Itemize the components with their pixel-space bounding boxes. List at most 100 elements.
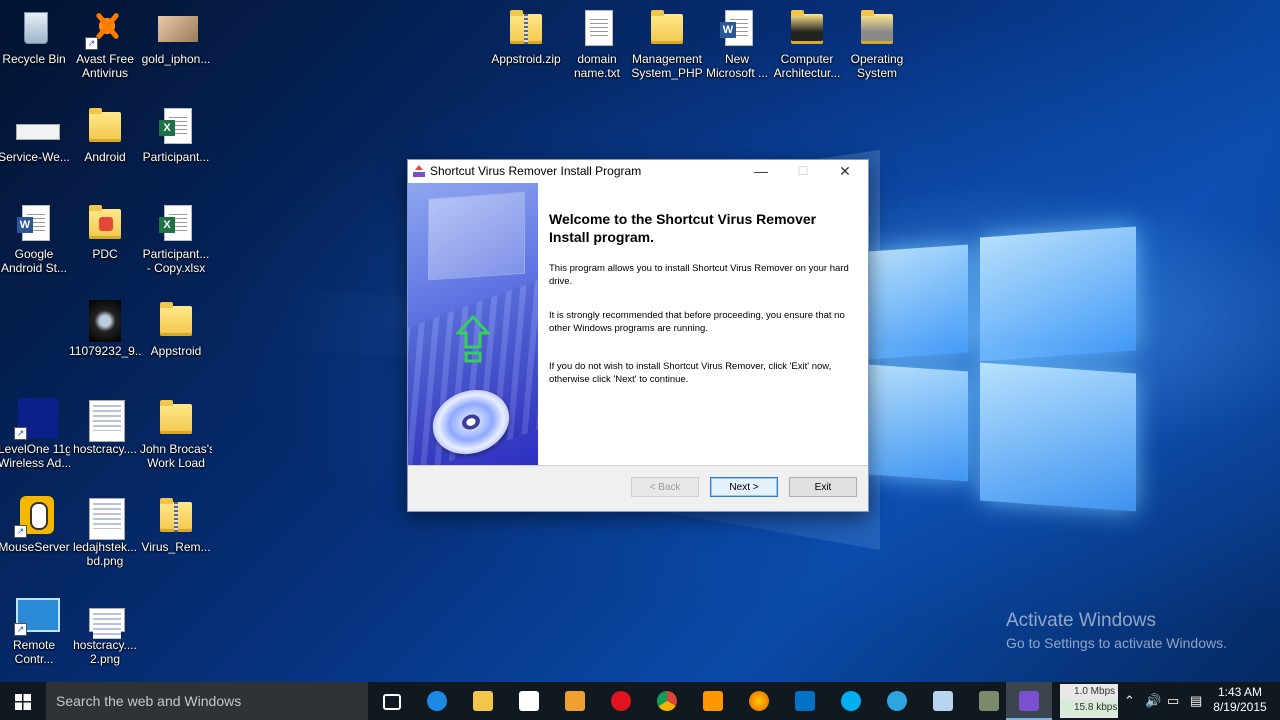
desktop-icon-11079232[interactable]: 11079232_9... xyxy=(69,300,141,358)
desktop-icon-google-android[interactable]: W Google Android St... xyxy=(0,203,70,275)
desktop-icon-virus-remover-zip[interactable]: Virus_Rem... xyxy=(140,496,212,554)
skype-icon[interactable] xyxy=(828,682,874,720)
desktop-icon-management-system[interactable]: Management System_PHP xyxy=(631,8,703,80)
folder-icon xyxy=(160,400,192,434)
tray-overflow-icon[interactable]: ⌃ xyxy=(1124,682,1135,720)
task-view-icon[interactable] xyxy=(368,682,414,720)
system-clock[interactable]: 1:43 AM 8/19/2015 xyxy=(1210,685,1270,715)
chrome-icon[interactable] xyxy=(644,682,690,720)
icon-label: Participant... xyxy=(142,247,210,261)
desktop-icon-hostcracy[interactable]: hostcracy.... xyxy=(69,398,141,456)
icon-label: Work Load xyxy=(147,456,205,470)
desktop-icon-appstroid-zip[interactable]: Appstroid.zip xyxy=(490,8,562,66)
notifications-icon[interactable]: ▤ xyxy=(1190,682,1202,720)
desktop-icon-service-web[interactable]: Service-We... xyxy=(0,106,70,164)
shortcut-arrow-icon: ↗ xyxy=(14,525,27,538)
icon-label: Recycle Bin xyxy=(2,52,66,66)
installer-dialog: Shortcut Virus Remover Install Program —… xyxy=(407,159,869,512)
network-speed-meter: 1.0 Mbps 15.8 kbps xyxy=(1060,684,1118,718)
windows-logo-pane xyxy=(980,226,1136,362)
shortcut-arrow-icon: ↗ xyxy=(85,37,98,50)
firefox-icon[interactable] xyxy=(736,682,782,720)
desktop-icon-participant-copy[interactable]: X Participant... - Copy.xlsx xyxy=(140,203,212,275)
icon-label: 2.png xyxy=(89,652,121,666)
icon-label: Operating xyxy=(850,52,904,66)
edge-icon[interactable] xyxy=(414,682,460,720)
desktop-icon-computer-architecture[interactable]: Computer Architectur... xyxy=(771,8,843,80)
text-document-icon xyxy=(585,10,613,46)
desktop-icon-hostcracy-2[interactable]: hostcracy.... 2.png xyxy=(69,594,141,666)
desktop-icon-ledajhstek[interactable]: ledajhstek... bd.png xyxy=(69,496,141,568)
minimize-button[interactable]: — xyxy=(740,160,782,183)
back-button[interactable]: < Back xyxy=(631,477,699,497)
recommendation-paragraph: It is strongly recommended that before p… xyxy=(549,310,845,334)
close-button[interactable]: ✕ xyxy=(824,160,866,183)
icon-label: Computer xyxy=(780,52,834,66)
clock-date: 8/19/2015 xyxy=(1213,700,1267,714)
folder-icon xyxy=(861,10,893,44)
desktop-icon-avast[interactable]: ↗ Avast Free Antivirus xyxy=(69,8,141,80)
outlook-icon[interactable] xyxy=(782,682,828,720)
desktop-icon-gold-iphone[interactable]: gold_iphon... xyxy=(140,8,212,66)
store-icon[interactable] xyxy=(506,682,552,720)
desktop-icon-remote-control[interactable]: ↗ Remote Contr... xyxy=(0,594,70,666)
footer-divider xyxy=(408,465,868,466)
icon-label: - Copy.xlsx xyxy=(146,261,206,275)
next-button[interactable]: Next > xyxy=(710,477,778,497)
desktop-icon-levelone[interactable]: ↗ LevelOne 11g Wireless Ad... xyxy=(0,398,70,470)
dialog-content: Welcome to the Shortcut Virus Remover In… xyxy=(538,183,868,465)
icon-label: Appstroid.zip xyxy=(491,52,561,66)
desktop-icon-operating-system[interactable]: Operating System xyxy=(841,8,913,80)
opera-icon[interactable] xyxy=(598,682,644,720)
installer-app-icon xyxy=(413,165,425,177)
desktop-icon-mouseserver[interactable]: ↗ MouseServer xyxy=(0,496,70,554)
windows-logo-pane xyxy=(868,364,968,482)
folder-icon xyxy=(89,108,121,142)
clock-time: 1:43 AM xyxy=(1217,685,1263,699)
icon-label: Remote xyxy=(12,638,56,652)
icon-label: John Brocas's xyxy=(140,442,212,456)
desktop-icon-john-brocas[interactable]: John Brocas's Work Load xyxy=(140,398,212,470)
desktop-icon-new-microsoft[interactable]: W New Microsoft ... xyxy=(701,8,773,80)
desktop-icon-appstroid-folder[interactable]: Appstroid xyxy=(140,300,212,358)
icon-label: Appstroid xyxy=(150,344,202,358)
notepad-icon[interactable] xyxy=(920,682,966,720)
icon-label: Android St... xyxy=(0,261,68,275)
start-button[interactable] xyxy=(0,682,46,720)
exit-instructions-paragraph: If you do not wish to install Shortcut V… xyxy=(549,361,832,385)
media-player-icon[interactable] xyxy=(552,682,598,720)
icon-label: Avast Free xyxy=(76,52,134,66)
icon-label: System_PHP xyxy=(631,66,703,80)
telegram-icon[interactable] xyxy=(874,682,920,720)
desktop-icon-domain-name[interactable]: domain name.txt xyxy=(561,8,633,80)
shortcut-arrow-icon: ↗ xyxy=(14,427,27,440)
windows-logo-pane xyxy=(868,244,968,360)
folder-icon xyxy=(160,302,192,336)
intro-paragraph: This program allows you to install Short… xyxy=(549,263,849,287)
shortcut-arrow-icon: ↗ xyxy=(14,623,27,636)
desktop-icon-recycle-bin[interactable]: Recycle Bin xyxy=(0,8,70,66)
file-explorer-icon[interactable] xyxy=(460,682,506,720)
exit-button[interactable]: Exit xyxy=(789,477,857,497)
icon-label: Google xyxy=(14,247,54,261)
image-thumbnail-icon xyxy=(158,16,198,42)
sublime-icon[interactable] xyxy=(690,682,736,720)
dialog-titlebar[interactable]: Shortcut Virus Remover Install Program —… xyxy=(408,160,868,183)
recycle-bin-icon xyxy=(24,12,48,44)
pdf-icon xyxy=(99,217,113,231)
icon-label: Contr... xyxy=(14,652,54,666)
upload-speed: 15.8 kbps xyxy=(1060,700,1118,716)
windows-start-icon xyxy=(15,694,31,710)
desktop-icon-android-folder[interactable]: Android xyxy=(69,106,141,164)
volume-icon[interactable]: 🔊 xyxy=(1145,682,1161,720)
installer-side-banner xyxy=(408,183,538,465)
icon-label: Antivirus xyxy=(81,66,128,80)
desktop-icon-pdc[interactable]: PDC xyxy=(69,203,141,261)
activate-windows-watermark: Activate Windows Go to Settings to activ… xyxy=(1006,610,1227,651)
desktop-icon-participant[interactable]: X Participant... xyxy=(140,106,212,164)
installer-taskbar-icon[interactable] xyxy=(1006,682,1052,720)
watermark-title: Activate Windows xyxy=(1006,610,1156,631)
taskbar-search-box[interactable]: Search the web and Windows xyxy=(46,682,368,720)
icon-label: Service-We... xyxy=(0,150,70,164)
network-icon[interactable]: ▭ xyxy=(1167,682,1179,720)
